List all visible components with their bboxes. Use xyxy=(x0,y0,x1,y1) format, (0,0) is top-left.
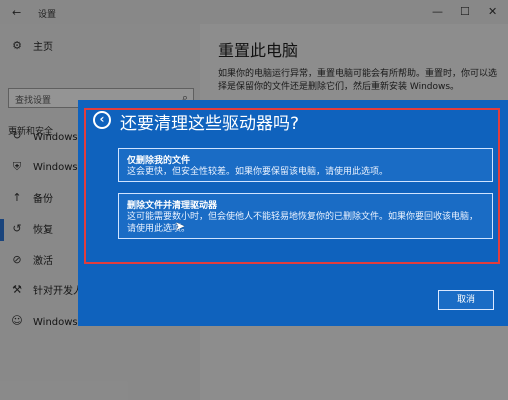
cancel-button[interactable]: 取消 xyxy=(438,290,494,310)
back-circle-icon[interactable]: ‹ xyxy=(93,111,111,129)
option-title: 仅删除我的文件 xyxy=(127,156,191,166)
option-remove-files-button[interactable]: 仅删除我的文件 这会更快，但安全性较差。如果你要保留该电脑，请使用此选项。 xyxy=(118,148,493,182)
option-title: 删除文件并清理驱动器 xyxy=(127,201,218,211)
option-description: 这会更快，但安全性较差。如果你要保留该电脑，请使用此选项。 xyxy=(127,167,389,177)
dialog-title: 还要清理这些驱动器吗? xyxy=(120,114,300,134)
cleanup-drives-dialog: ‹ 还要清理这些驱动器吗? 仅删除我的文件 这会更快，但安全性较差。如果你要保留… xyxy=(78,100,508,326)
mouse-pointer-icon: ➤ xyxy=(175,219,186,233)
